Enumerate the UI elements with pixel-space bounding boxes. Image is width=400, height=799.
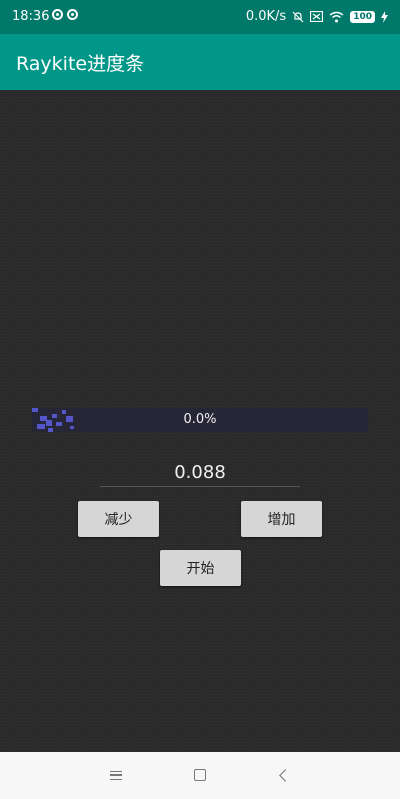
battery-icon: 100	[350, 10, 375, 23]
value-input[interactable]	[100, 458, 300, 487]
progress-label: 0.0%	[183, 412, 217, 427]
notification-icon	[67, 9, 78, 20]
start-button[interactable]: 开始	[160, 550, 241, 586]
menu-icon[interactable]	[104, 763, 128, 787]
page-title: Raykite进度条	[16, 53, 145, 75]
status-right-group: 0.0K/s 100	[246, 9, 388, 24]
status-notification-icons	[52, 9, 78, 20]
app-bar: Raykite进度条	[0, 34, 400, 90]
mute-icon	[292, 11, 304, 22]
sim-icon	[310, 11, 324, 22]
back-icon[interactable]	[271, 763, 295, 787]
charging-icon	[381, 10, 388, 23]
decrease-button[interactable]: 减少	[78, 501, 159, 537]
home-icon[interactable]	[188, 763, 212, 787]
system-nav-bar	[0, 752, 400, 799]
network-speed: 0.0K/s	[245, 9, 287, 24]
increase-button[interactable]: 增加	[241, 501, 322, 537]
notification-icon	[52, 9, 63, 20]
status-bar: 18:36 0.0K/s 100	[0, 0, 400, 34]
status-time: 18:36	[12, 9, 50, 24]
wifi-icon	[329, 11, 344, 22]
